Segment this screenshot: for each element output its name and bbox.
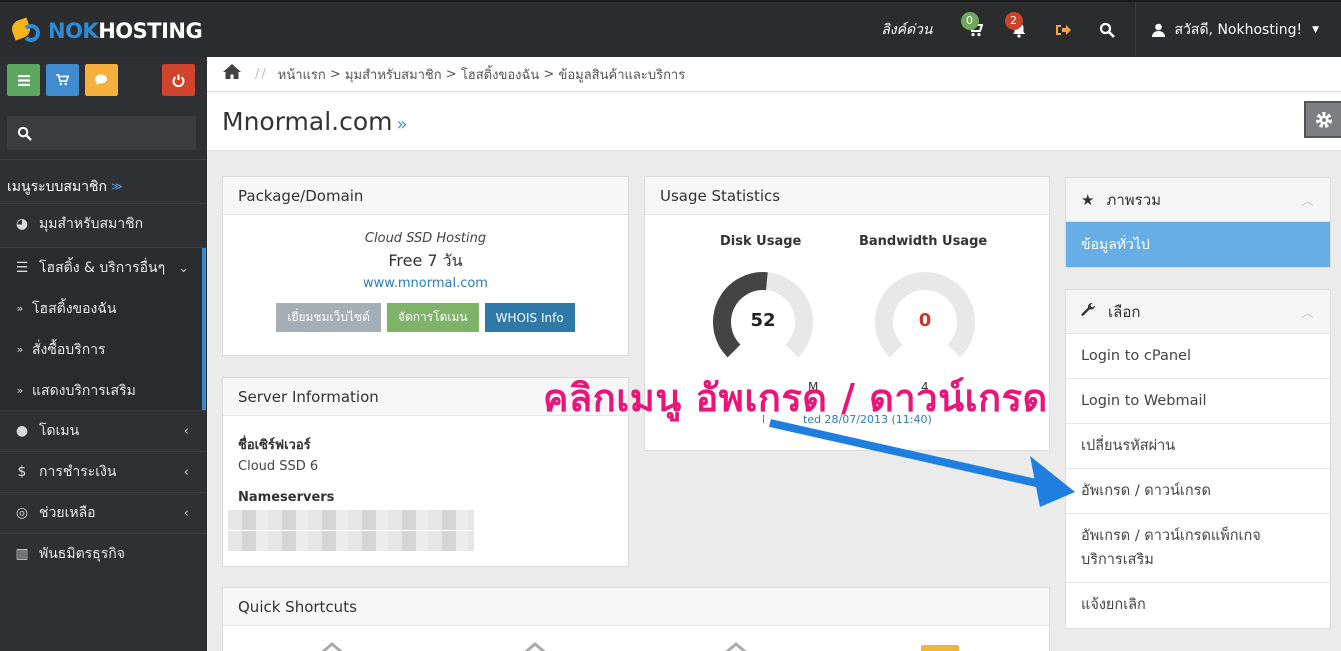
annotation-text: คลิกเมนู อัพเกรด / ดาวน์เกรด bbox=[543, 376, 1048, 420]
annotation-arrow bbox=[769, 419, 1075, 507]
